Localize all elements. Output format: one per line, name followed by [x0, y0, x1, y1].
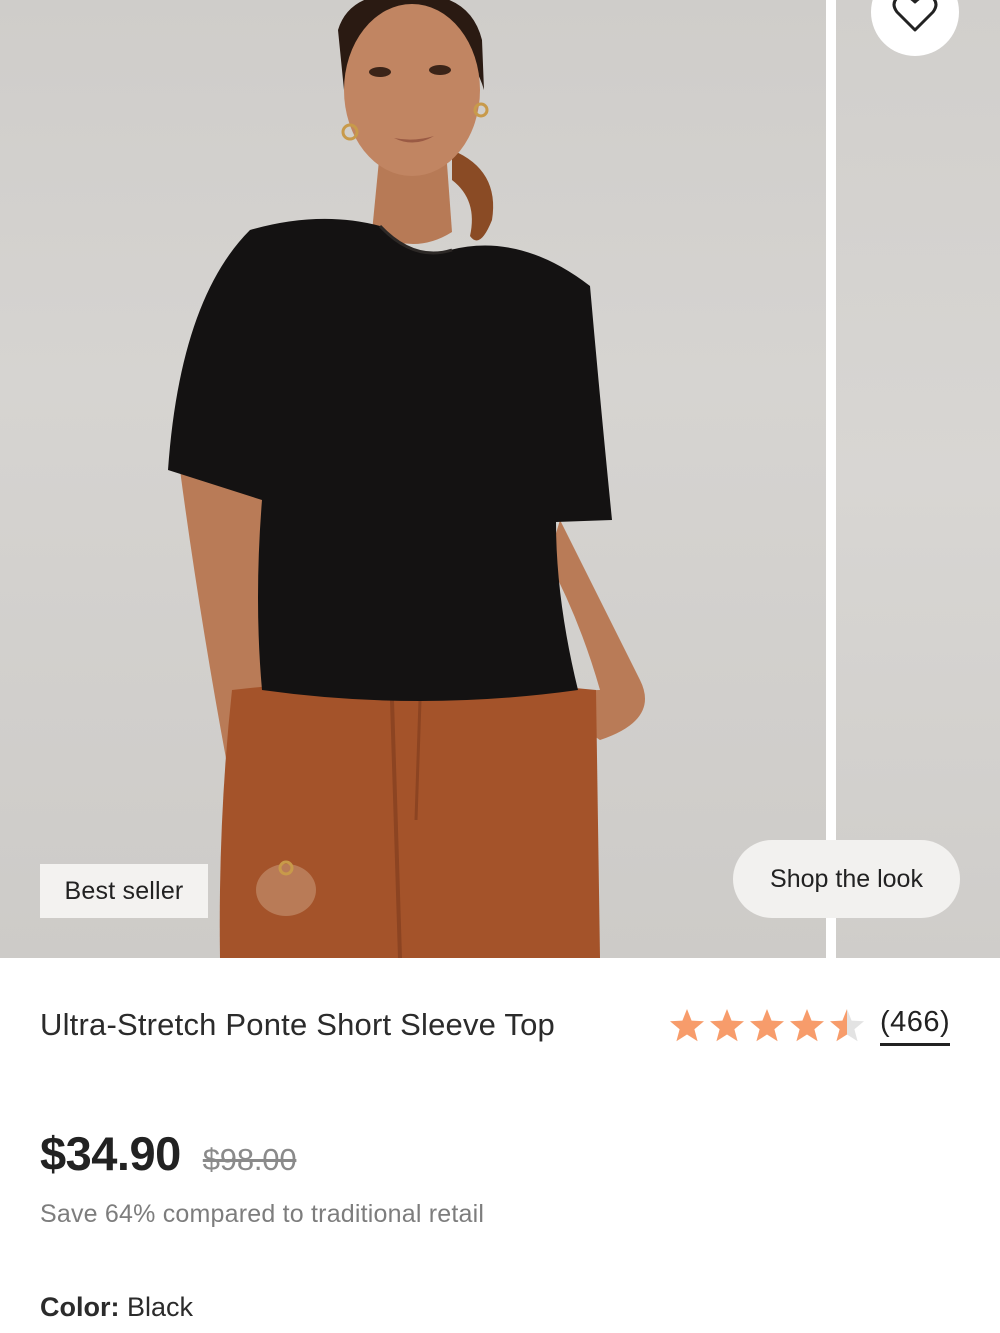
product-photo-next[interactable]	[836, 0, 1000, 958]
color-label: Color:	[40, 1292, 120, 1322]
model-illustration	[168, 0, 645, 958]
star-icon	[790, 1009, 824, 1042]
product-image-gallery[interactable]: Best seller Shop the look	[0, 0, 1000, 958]
product-title: Ultra-Stretch Ponte Short Sleeve Top	[40, 1007, 555, 1042]
price-row: $34.90 $98.00	[40, 1126, 297, 1181]
product-photo-model[interactable]: Best seller	[0, 0, 826, 958]
star-icon	[670, 1009, 704, 1042]
shop-the-look-button[interactable]: Shop the look	[733, 840, 960, 918]
color-value: Black	[127, 1292, 194, 1322]
review-count-link[interactable]: (466)	[880, 1006, 951, 1046]
star-rating	[668, 1007, 866, 1045]
star-icon	[710, 1009, 744, 1042]
star-icon	[830, 1009, 864, 1042]
color-selection: Color: Black	[40, 1292, 193, 1323]
star-icon	[750, 1009, 784, 1042]
savings-text: Save 64% compared to traditional retail	[40, 1200, 485, 1228]
compare-price: $98.00	[202, 1142, 297, 1177]
product-rating[interactable]: (466)	[668, 1004, 951, 1048]
best-seller-badge: Best seller	[40, 864, 208, 918]
heart-icon	[892, 0, 938, 36]
sale-price: $34.90	[40, 1127, 181, 1180]
